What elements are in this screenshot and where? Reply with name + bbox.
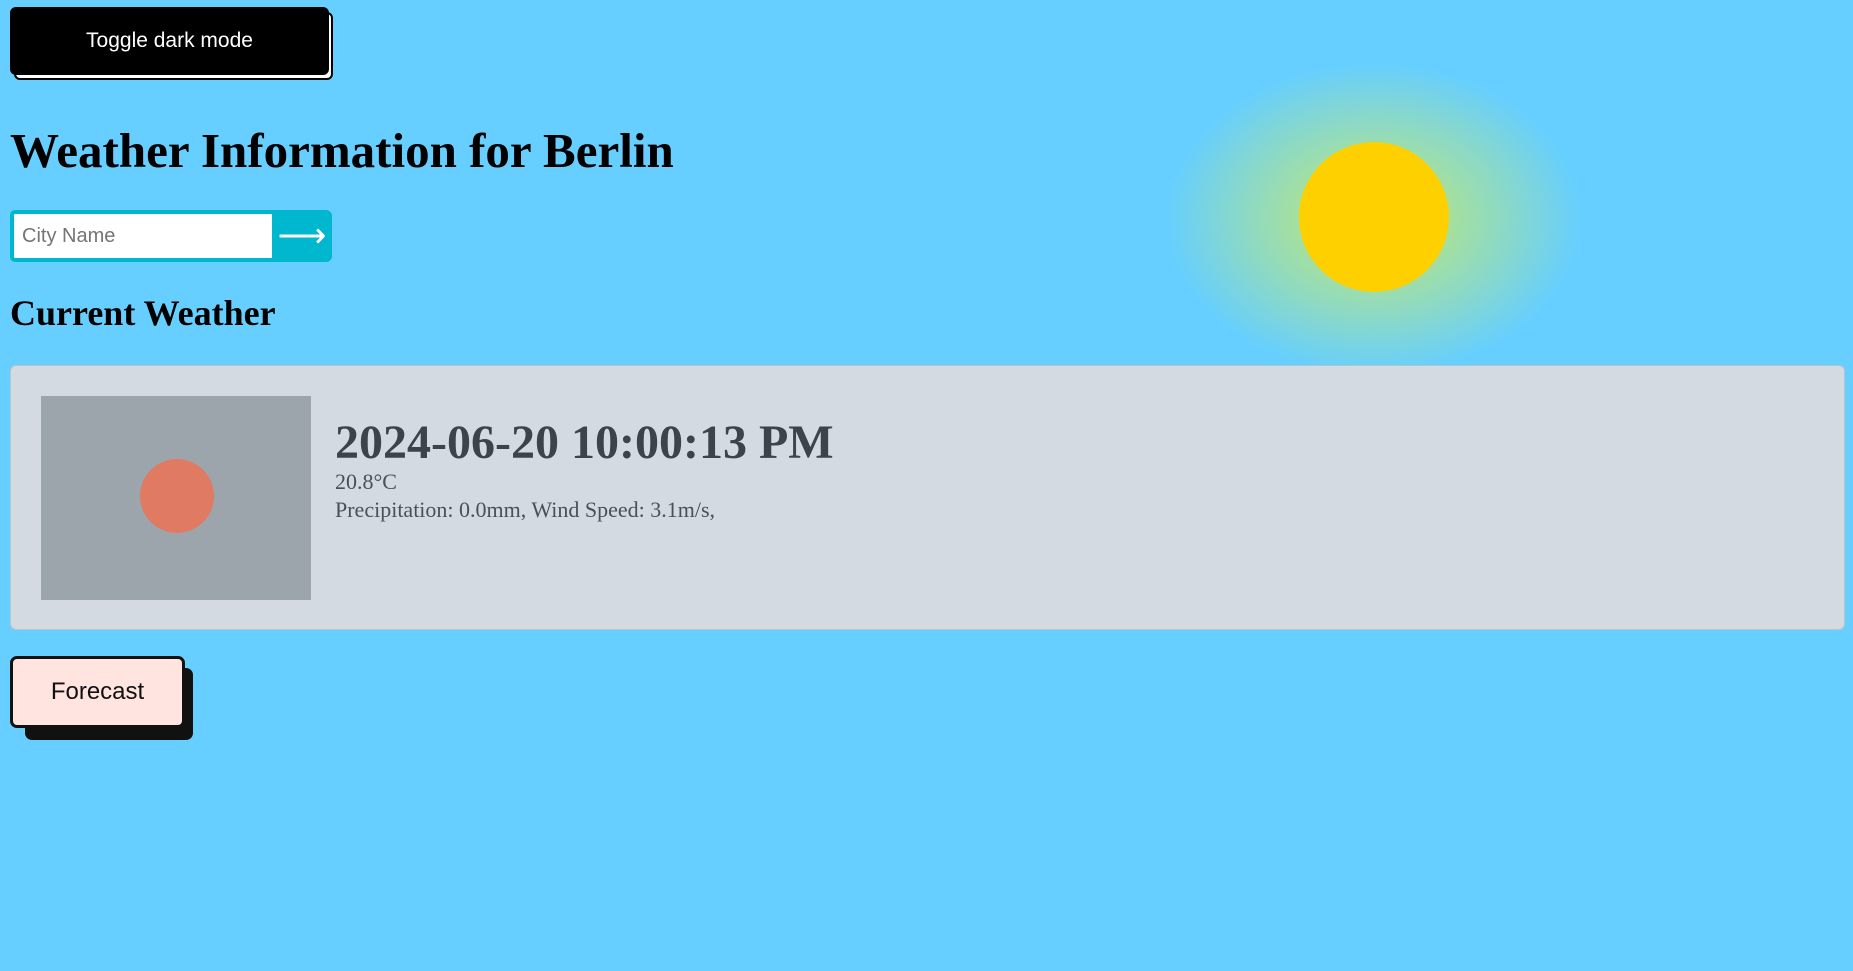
city-name-input[interactable] [10, 210, 272, 262]
weather-datetime: 2024-06-20 10:00:13 PM [335, 416, 834, 469]
forecast-button[interactable]: Forecast [10, 656, 185, 728]
search-submit-button[interactable]: ⟶ [272, 210, 332, 262]
city-search-form: ⟶ [10, 210, 332, 262]
weather-details: Precipitation: 0.0mm, Wind Speed: 3.1m/s… [335, 497, 716, 523]
current-weather-heading: Current Weather [10, 293, 276, 333]
weather-condition-dot [140, 459, 214, 533]
page-title: Weather Information for Berlin [10, 123, 674, 178]
arrow-right-icon: ⟶ [277, 217, 327, 255]
weather-temperature: 20.8°C [335, 469, 397, 495]
weather-condition-icon [41, 396, 311, 600]
toggle-dark-mode-container: Toggle dark mode [10, 7, 333, 80]
current-weather-info: 2024-06-20 10:00:13 PM 20.8°C Precipitat… [335, 416, 834, 524]
sun-icon [1299, 142, 1449, 292]
current-weather-card: 2024-06-20 10:00:13 PM 20.8°C Precipitat… [10, 365, 1845, 630]
toggle-dark-mode-button[interactable]: Toggle dark mode [10, 7, 329, 75]
forecast-button-container: Forecast [10, 656, 193, 740]
